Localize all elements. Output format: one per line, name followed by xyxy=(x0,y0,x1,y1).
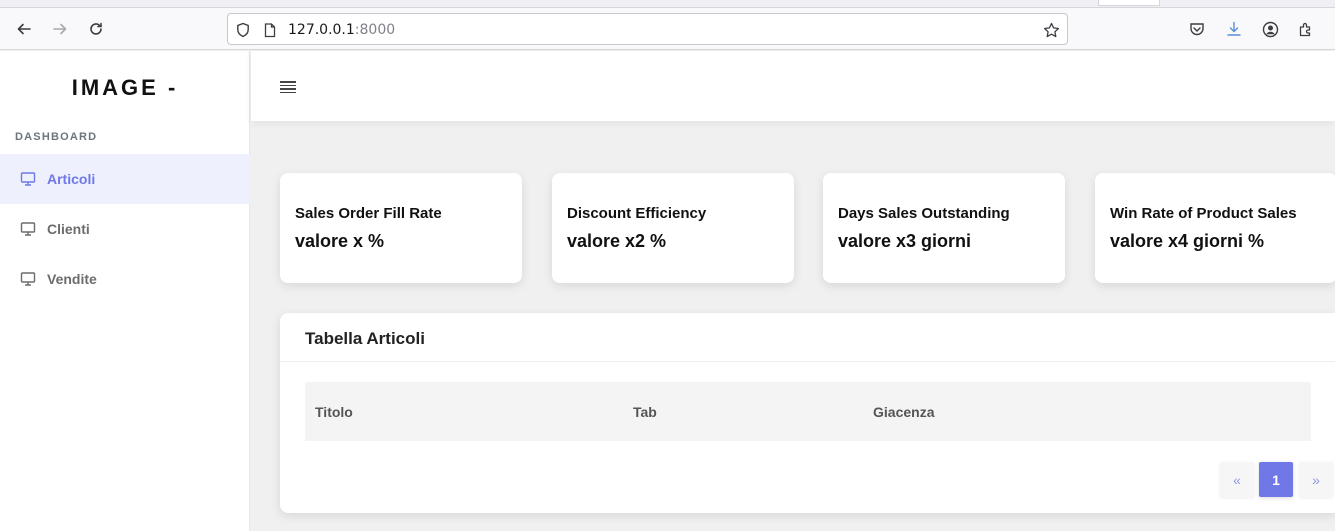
forward-icon[interactable] xyxy=(48,17,72,41)
back-icon[interactable] xyxy=(12,17,36,41)
kpi-card-discount-efficiency: Discount Efficiency valore x2 % xyxy=(552,173,794,283)
monitor-icon xyxy=(20,271,36,287)
browser-toolbar: 127.0.0.1:8000 xyxy=(0,0,1335,50)
pocket-icon[interactable] xyxy=(1187,19,1207,39)
sidebar-section-label: DASHBOARD xyxy=(15,131,98,143)
column-header-giacenza[interactable]: Giacenza xyxy=(873,404,934,420)
browser-tab[interactable] xyxy=(1098,0,1160,6)
url-port: :8000 xyxy=(354,22,396,38)
download-icon[interactable] xyxy=(1224,19,1244,39)
menu-toggle-icon[interactable] xyxy=(280,81,296,93)
card-value: valore x4 giorni % xyxy=(1110,231,1265,251)
card-value: valore x2 % xyxy=(567,231,667,251)
column-header-tab[interactable]: Tab xyxy=(633,404,657,420)
kpi-card-days-sales-outstanding: Days Sales Outstanding valore x3 giorni xyxy=(823,173,1065,283)
articoli-table-panel: Tabella Articoli Titolo Tab Giacenza « 1… xyxy=(280,313,1335,513)
sidebar-item-clienti[interactable]: Clienti xyxy=(0,204,250,254)
kpi-card-win-rate: Win Rate of Product Sales valore x4 gior… xyxy=(1095,173,1335,283)
reload-icon[interactable] xyxy=(84,17,108,41)
kpi-card-fill-rate: Sales Order Fill Rate valore x % xyxy=(280,173,522,283)
pagination-prev-button[interactable]: « xyxy=(1220,462,1254,497)
column-header-titolo[interactable]: Titolo xyxy=(315,404,353,420)
card-title: Days Sales Outstanding xyxy=(838,205,1010,222)
sidebar-item-label: Vendite xyxy=(47,271,97,287)
page-icon xyxy=(261,21,279,39)
pagination-next-button[interactable]: » xyxy=(1299,462,1333,497)
card-title: Win Rate of Product Sales xyxy=(1110,205,1297,222)
card-value: valore x % xyxy=(295,231,385,251)
panel-title: Tabella Articoli xyxy=(305,329,425,348)
sidebar-item-vendite[interactable]: Vendite xyxy=(0,254,250,304)
account-icon[interactable] xyxy=(1260,19,1280,39)
url-host: 127.0.0.1 xyxy=(288,22,355,38)
brand-title[interactable]: IMAGE - xyxy=(0,75,250,101)
bookmark-star-icon[interactable] xyxy=(1042,21,1060,39)
card-title: Discount Efficiency xyxy=(567,205,707,222)
sidebar-item-label: Articoli xyxy=(47,171,96,187)
pagination-page-button[interactable]: 1 xyxy=(1259,462,1293,497)
extensions-icon[interactable] xyxy=(1296,19,1316,39)
url-text[interactable]: 127.0.0.1:8000 xyxy=(288,22,395,38)
shield-icon[interactable] xyxy=(234,21,252,39)
sidebar-item-label: Clienti xyxy=(47,221,90,237)
sidebar: IMAGE - DASHBOARD Articoli Clienti Vendi… xyxy=(0,51,250,531)
table-header: Titolo Tab Giacenza xyxy=(305,382,1311,441)
topbar xyxy=(251,51,1335,121)
sidebar-item-articoli[interactable]: Articoli xyxy=(0,154,250,204)
divider xyxy=(280,361,1335,362)
monitor-icon xyxy=(20,171,36,187)
card-value: valore x3 giorni xyxy=(838,231,972,251)
card-title: Sales Order Fill Rate xyxy=(295,205,442,222)
monitor-icon xyxy=(20,221,36,237)
address-bar[interactable]: 127.0.0.1:8000 xyxy=(227,13,1068,45)
